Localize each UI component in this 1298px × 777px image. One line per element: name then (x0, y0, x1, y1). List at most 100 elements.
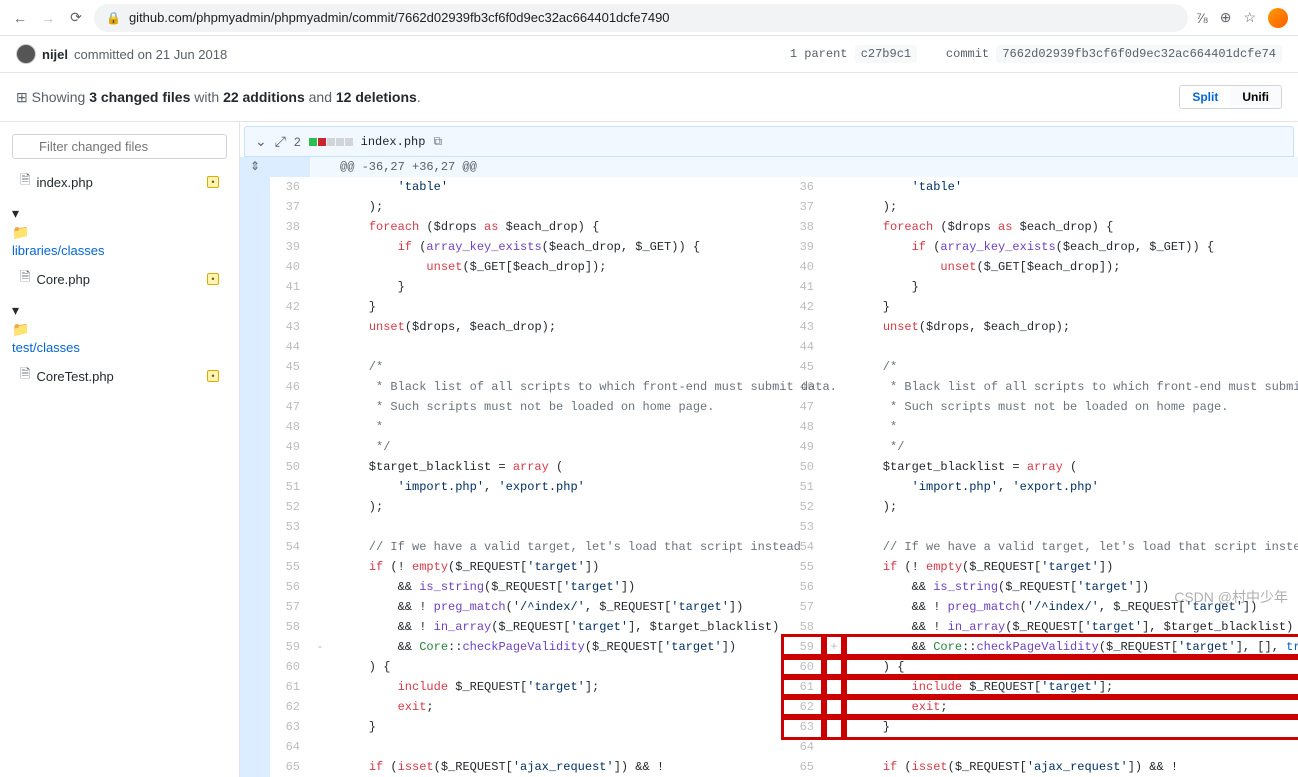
line-number[interactable]: 51 (784, 477, 824, 497)
file-tree-item[interactable]: 🗎index.php • (12, 167, 227, 197)
line-number[interactable]: 64 (270, 737, 310, 757)
line-number[interactable]: 47 (270, 397, 310, 417)
line-number[interactable]: 60 (270, 657, 310, 677)
line-number[interactable]: 55 (784, 557, 824, 577)
line-number[interactable]: 37 (784, 197, 824, 217)
parent-sha[interactable]: c27b9c1 (855, 45, 917, 63)
line-number[interactable]: 61 (270, 677, 310, 697)
line-number[interactable]: 60 (784, 657, 824, 677)
line-number[interactable]: 43 (784, 317, 824, 337)
line-number[interactable]: 46 (270, 377, 310, 397)
expand-gutter[interactable] (240, 557, 270, 577)
line-number[interactable]: 57 (784, 597, 824, 617)
expand-gutter[interactable] (240, 637, 270, 657)
expand-gutter[interactable] (240, 277, 270, 297)
expand-gutter[interactable] (240, 217, 270, 237)
address-bar[interactable]: 🔒 github.com/phpmyadmin/phpmyadmin/commi… (94, 4, 1188, 32)
line-number[interactable]: 59 (784, 637, 824, 657)
line-number[interactable]: 62 (270, 697, 310, 717)
avatar[interactable] (16, 44, 36, 64)
line-number[interactable]: 37 (270, 197, 310, 217)
star-icon[interactable]: ☆ (1243, 9, 1256, 26)
file-path[interactable]: index.php (361, 135, 426, 149)
line-number[interactable]: 36 (270, 177, 310, 197)
expand-gutter[interactable] (240, 737, 270, 757)
chevron-down-icon[interactable]: ⌄ (255, 133, 267, 150)
author-name[interactable]: nijel (42, 47, 68, 62)
diffstat-icon[interactable]: ⊞ (16, 89, 28, 105)
expand-gutter[interactable] (240, 477, 270, 497)
unified-view-button[interactable]: Unifi (1230, 86, 1281, 108)
line-number[interactable]: 42 (784, 297, 824, 317)
expand-gutter[interactable] (240, 197, 270, 217)
back-button[interactable]: ← (10, 8, 30, 28)
expand-gutter[interactable] (240, 577, 270, 597)
extension-icon[interactable] (1268, 8, 1288, 28)
line-number[interactable]: 44 (784, 337, 824, 357)
line-number[interactable]: 58 (784, 617, 824, 637)
line-number[interactable]: 41 (270, 277, 310, 297)
filter-input[interactable] (12, 134, 227, 159)
line-number[interactable]: 55 (270, 557, 310, 577)
line-number[interactable]: 53 (270, 517, 310, 537)
translate-icon[interactable]: ⅞ (1196, 10, 1208, 26)
zoom-icon[interactable]: ⊕ (1220, 9, 1232, 26)
forward-button[interactable]: → (38, 8, 58, 28)
file-tree-item[interactable]: 🗎Core.php • (12, 264, 227, 294)
line-number[interactable]: 40 (784, 257, 824, 277)
folder-path[interactable]: test/classes (12, 338, 227, 357)
expand-gutter[interactable] (240, 357, 270, 377)
expand-gutter[interactable] (240, 317, 270, 337)
line-number[interactable]: 56 (270, 577, 310, 597)
line-number[interactable]: 59 (270, 637, 310, 657)
line-number[interactable]: 39 (784, 237, 824, 257)
line-number[interactable]: 36 (784, 177, 824, 197)
line-number[interactable]: 56 (784, 577, 824, 597)
expand-gutter[interactable] (240, 397, 270, 417)
line-number[interactable]: 49 (784, 437, 824, 457)
line-number[interactable]: 45 (270, 357, 310, 377)
line-number[interactable]: 45 (784, 357, 824, 377)
line-number[interactable]: 61 (784, 677, 824, 697)
line-number[interactable]: 41 (784, 277, 824, 297)
expand-gutter[interactable] (240, 457, 270, 477)
expand-gutter[interactable] (240, 617, 270, 637)
expand-gutter[interactable] (240, 717, 270, 737)
expand-gutter[interactable] (240, 697, 270, 717)
expand-gutter[interactable] (240, 437, 270, 457)
line-number[interactable]: 42 (270, 297, 310, 317)
folder-toggle[interactable]: ▾ (12, 300, 227, 321)
line-number[interactable]: 65 (270, 757, 310, 777)
split-view-button[interactable]: Split (1180, 86, 1230, 108)
line-number[interactable]: 43 (270, 317, 310, 337)
line-number[interactable]: 40 (270, 257, 310, 277)
expand-gutter[interactable] (240, 337, 270, 357)
expand-gutter[interactable] (240, 537, 270, 557)
reload-button[interactable]: ⟳ (66, 8, 86, 28)
line-number[interactable]: 58 (270, 617, 310, 637)
expand-gutter[interactable] (240, 237, 270, 257)
expand-gutter[interactable] (240, 417, 270, 437)
line-number[interactable]: 47 (784, 397, 824, 417)
expand-gutter[interactable] (240, 597, 270, 617)
line-number[interactable]: 65 (784, 757, 824, 777)
line-number[interactable]: 62 (784, 697, 824, 717)
expand-gutter[interactable] (240, 297, 270, 317)
line-number[interactable]: 50 (270, 457, 310, 477)
changed-files[interactable]: 3 changed files (89, 89, 190, 105)
expand-gutter[interactable] (240, 677, 270, 697)
expand-gutter[interactable] (240, 377, 270, 397)
commit-sha[interactable]: 7662d02939fb3cf6f0d9ec32ac664401dcfe74 (996, 45, 1282, 63)
line-number[interactable]: 63 (784, 717, 824, 737)
line-number[interactable]: 54 (270, 537, 310, 557)
line-number[interactable]: 63 (270, 717, 310, 737)
expand-hunk-icon[interactable]: ⇕ (240, 157, 270, 177)
line-number[interactable]: 48 (270, 417, 310, 437)
line-number[interactable]: 48 (784, 417, 824, 437)
folder-path[interactable]: libraries/classes (12, 241, 227, 260)
line-number[interactable]: 52 (270, 497, 310, 517)
line-number[interactable]: 53 (784, 517, 824, 537)
line-number[interactable]: 38 (784, 217, 824, 237)
expand-gutter[interactable] (240, 257, 270, 277)
expand-gutter[interactable] (240, 517, 270, 537)
